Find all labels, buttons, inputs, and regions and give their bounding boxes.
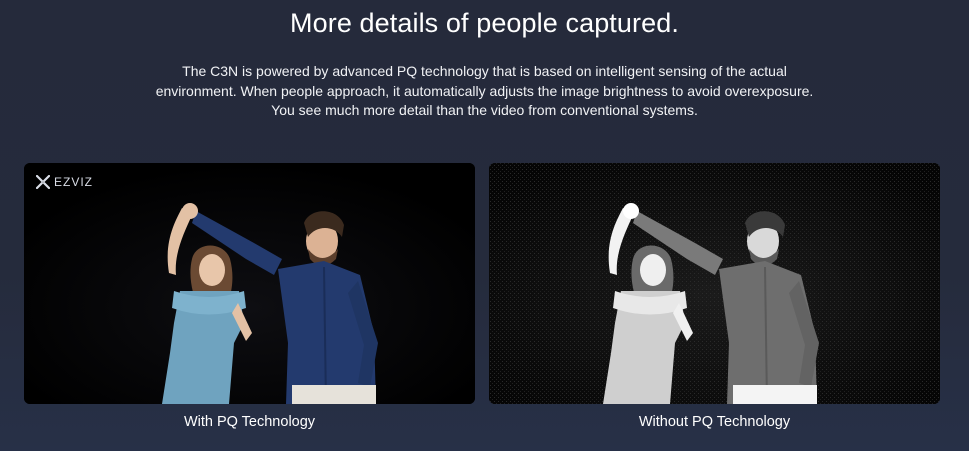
without-pq-photo	[489, 163, 940, 404]
with-pq-photo	[24, 163, 475, 404]
section-description: The C3N is powered by advanced PQ techno…	[155, 63, 814, 118]
without-pq-image	[489, 163, 940, 404]
with-pq-caption: With PQ Technology	[183, 414, 316, 430]
with-pq-image: EZVIZ	[24, 163, 475, 404]
pq-comparison-section: More details of people captured. The C3N…	[0, 0, 969, 451]
without-pq-caption: Without PQ Technology	[638, 414, 791, 430]
brand-logo-text: EZVIZ	[54, 175, 94, 189]
ezviz-logo-icon	[36, 175, 50, 189]
brand-logo: EZVIZ	[36, 175, 93, 189]
section-title: More details of people captured.	[290, 8, 679, 38]
